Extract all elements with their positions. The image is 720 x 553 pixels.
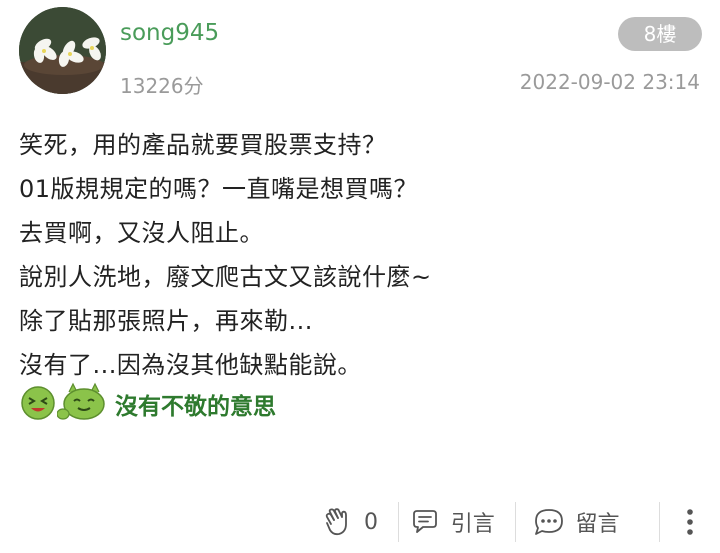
quote-bubble-icon <box>409 506 441 538</box>
avatar[interactable] <box>19 7 106 94</box>
comment-label: 留言 <box>575 512 620 537</box>
like-button[interactable]: 0 <box>318 498 398 546</box>
like-count: 0 <box>364 509 378 535</box>
quote-button[interactable]: 引言 <box>399 498 515 546</box>
post-line: 01版規規定的嗎？一直嘴是想買嗎？ <box>19 175 419 203</box>
floor-badge: 8樓 <box>618 17 702 51</box>
post-line: 去買啊，又沒人阻止。 <box>19 219 264 247</box>
sticker: 沒有不敬的意思 <box>19 382 276 426</box>
more-options-button[interactable] <box>660 498 720 546</box>
post-line: 說別人洗地，廢文爬古文又該說什麼~ <box>19 263 432 291</box>
smirk-face-icon <box>56 382 111 426</box>
laughing-face-icon <box>19 383 57 425</box>
vertical-dots-icon <box>684 507 696 537</box>
sticker-caption: 沒有不敬的意思 <box>115 394 276 420</box>
user-score: 13226分 <box>120 74 204 98</box>
username[interactable]: song945 <box>120 20 219 46</box>
clap-hands-icon <box>322 506 354 538</box>
post-action-bar: 0 引言 留言 <box>318 498 720 546</box>
post-content: 笑死，用的產品就要買股票支持？ 01版規規定的嗎？一直嘴是想買嗎？ 去買啊，又沒… <box>19 123 709 387</box>
post-timestamp: 2022-09-02 23:14 <box>519 70 700 94</box>
quote-label: 引言 <box>450 512 495 537</box>
comment-bubble-icon <box>532 506 566 538</box>
comment-button[interactable]: 留言 <box>516 498 660 546</box>
post-line: 沒有了...因為沒其他缺點能說。 <box>19 351 362 379</box>
post-line: 除了貼那張照片，再來勒... <box>19 307 313 335</box>
post-line: 笑死，用的產品就要買股票支持？ <box>19 131 387 159</box>
